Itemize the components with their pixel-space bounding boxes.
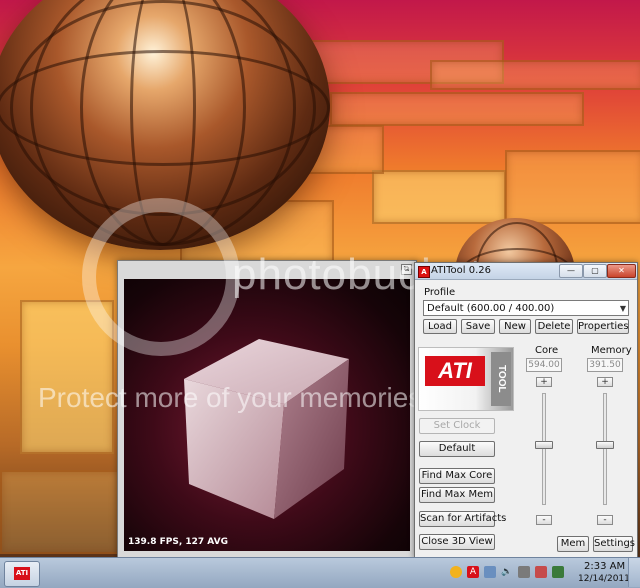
scan-artifacts-button[interactable]: Scan for Artifacts	[419, 511, 506, 527]
wallpaper-tile	[505, 150, 640, 224]
delete-button[interactable]: Delete	[535, 319, 573, 334]
title-bar[interactable]: A ATITool 0.26 — ▢ ✕	[415, 263, 637, 280]
new-button[interactable]: New	[499, 319, 531, 334]
memory-increase-button[interactable]: +	[597, 377, 613, 387]
maximize-button[interactable]: ▢	[583, 264, 607, 278]
atitool-window[interactable]: A ATITool 0.26 — ▢ ✕ Profile Default (60…	[414, 262, 638, 559]
properties-button[interactable]: Properties	[577, 319, 629, 334]
clock-time[interactable]: 2:33 AM	[584, 561, 625, 572]
chevron-down-icon: ▼	[619, 304, 626, 313]
wallpaper-tile	[0, 470, 119, 554]
close-3d-view-button[interactable]: Close 3D View	[419, 534, 495, 550]
wallpaper-tile	[430, 60, 640, 90]
default-button[interactable]: Default	[419, 441, 495, 457]
fps-readout: 139.8 FPS, 127 AVG	[128, 537, 229, 547]
window-title: ATITool 0.26	[431, 265, 491, 276]
wallpaper-tile	[330, 92, 584, 126]
tray-device-icon[interactable]	[518, 566, 530, 578]
3d-view-window[interactable]: ⧉ 139.8 FPS, 127 AVG	[117, 260, 417, 559]
find-max-core-button[interactable]: Find Max Core	[419, 468, 495, 484]
tray-volume-icon[interactable]: 🔈	[501, 566, 513, 578]
tray-app-icon[interactable]	[535, 566, 547, 578]
tray-network-icon[interactable]	[484, 566, 496, 578]
memory-value: 391.50	[587, 358, 623, 372]
core-increase-button[interactable]: +	[536, 377, 552, 387]
profile-label: Profile	[424, 287, 456, 298]
minimize-button[interactable]: —	[559, 264, 583, 278]
core-slider-track[interactable]	[542, 393, 546, 505]
tray-ati-icon[interactable]: A	[467, 566, 479, 578]
3d-render-canvas: 139.8 FPS, 127 AVG	[124, 279, 410, 551]
clock-date[interactable]: 12/14/2011	[578, 574, 630, 584]
core-value: 594.00	[526, 358, 562, 372]
save-button[interactable]: Save	[461, 319, 495, 334]
find-max-mem-button[interactable]: Find Max Mem	[419, 487, 495, 503]
memory-decrease-button[interactable]: -	[597, 515, 613, 525]
close-button[interactable]: ✕	[607, 264, 636, 278]
profile-dropdown[interactable]: Default (600.00 / 400.00) ▼	[423, 300, 629, 316]
profile-selected-value: Default (600.00 / 400.00)	[427, 303, 555, 314]
settings-button[interactable]: Settings	[593, 536, 635, 552]
ati-app-icon: A	[418, 266, 430, 278]
core-decrease-button[interactable]: -	[536, 515, 552, 525]
show-desktop-button[interactable]	[628, 558, 640, 587]
tray-warning-icon[interactable]	[450, 566, 462, 578]
fur-cube-render	[184, 339, 349, 519]
wallpaper-tile	[372, 170, 506, 224]
set-clock-button[interactable]: Set Clock	[419, 418, 495, 434]
memory-slider-track[interactable]	[603, 393, 607, 505]
core-label: Core	[535, 345, 559, 356]
core-slider-thumb[interactable]	[535, 440, 553, 449]
load-button[interactable]: Load	[423, 319, 457, 334]
taskbar: ATI A 🔈 2:33 AM 12/14/2011	[0, 557, 640, 588]
memory-label: Memory	[591, 345, 632, 356]
tray-security-icon[interactable]	[552, 566, 564, 578]
ati-tool-logo: ATI TOOL	[418, 347, 514, 411]
mem-button[interactable]: Mem	[557, 536, 589, 552]
memory-slider-thumb[interactable]	[596, 440, 614, 449]
taskbar-atitool-button[interactable]: ATI	[4, 561, 40, 587]
resize-grip-icon[interactable]: ⧉	[401, 264, 412, 275]
wallpaper-tile	[20, 300, 114, 454]
